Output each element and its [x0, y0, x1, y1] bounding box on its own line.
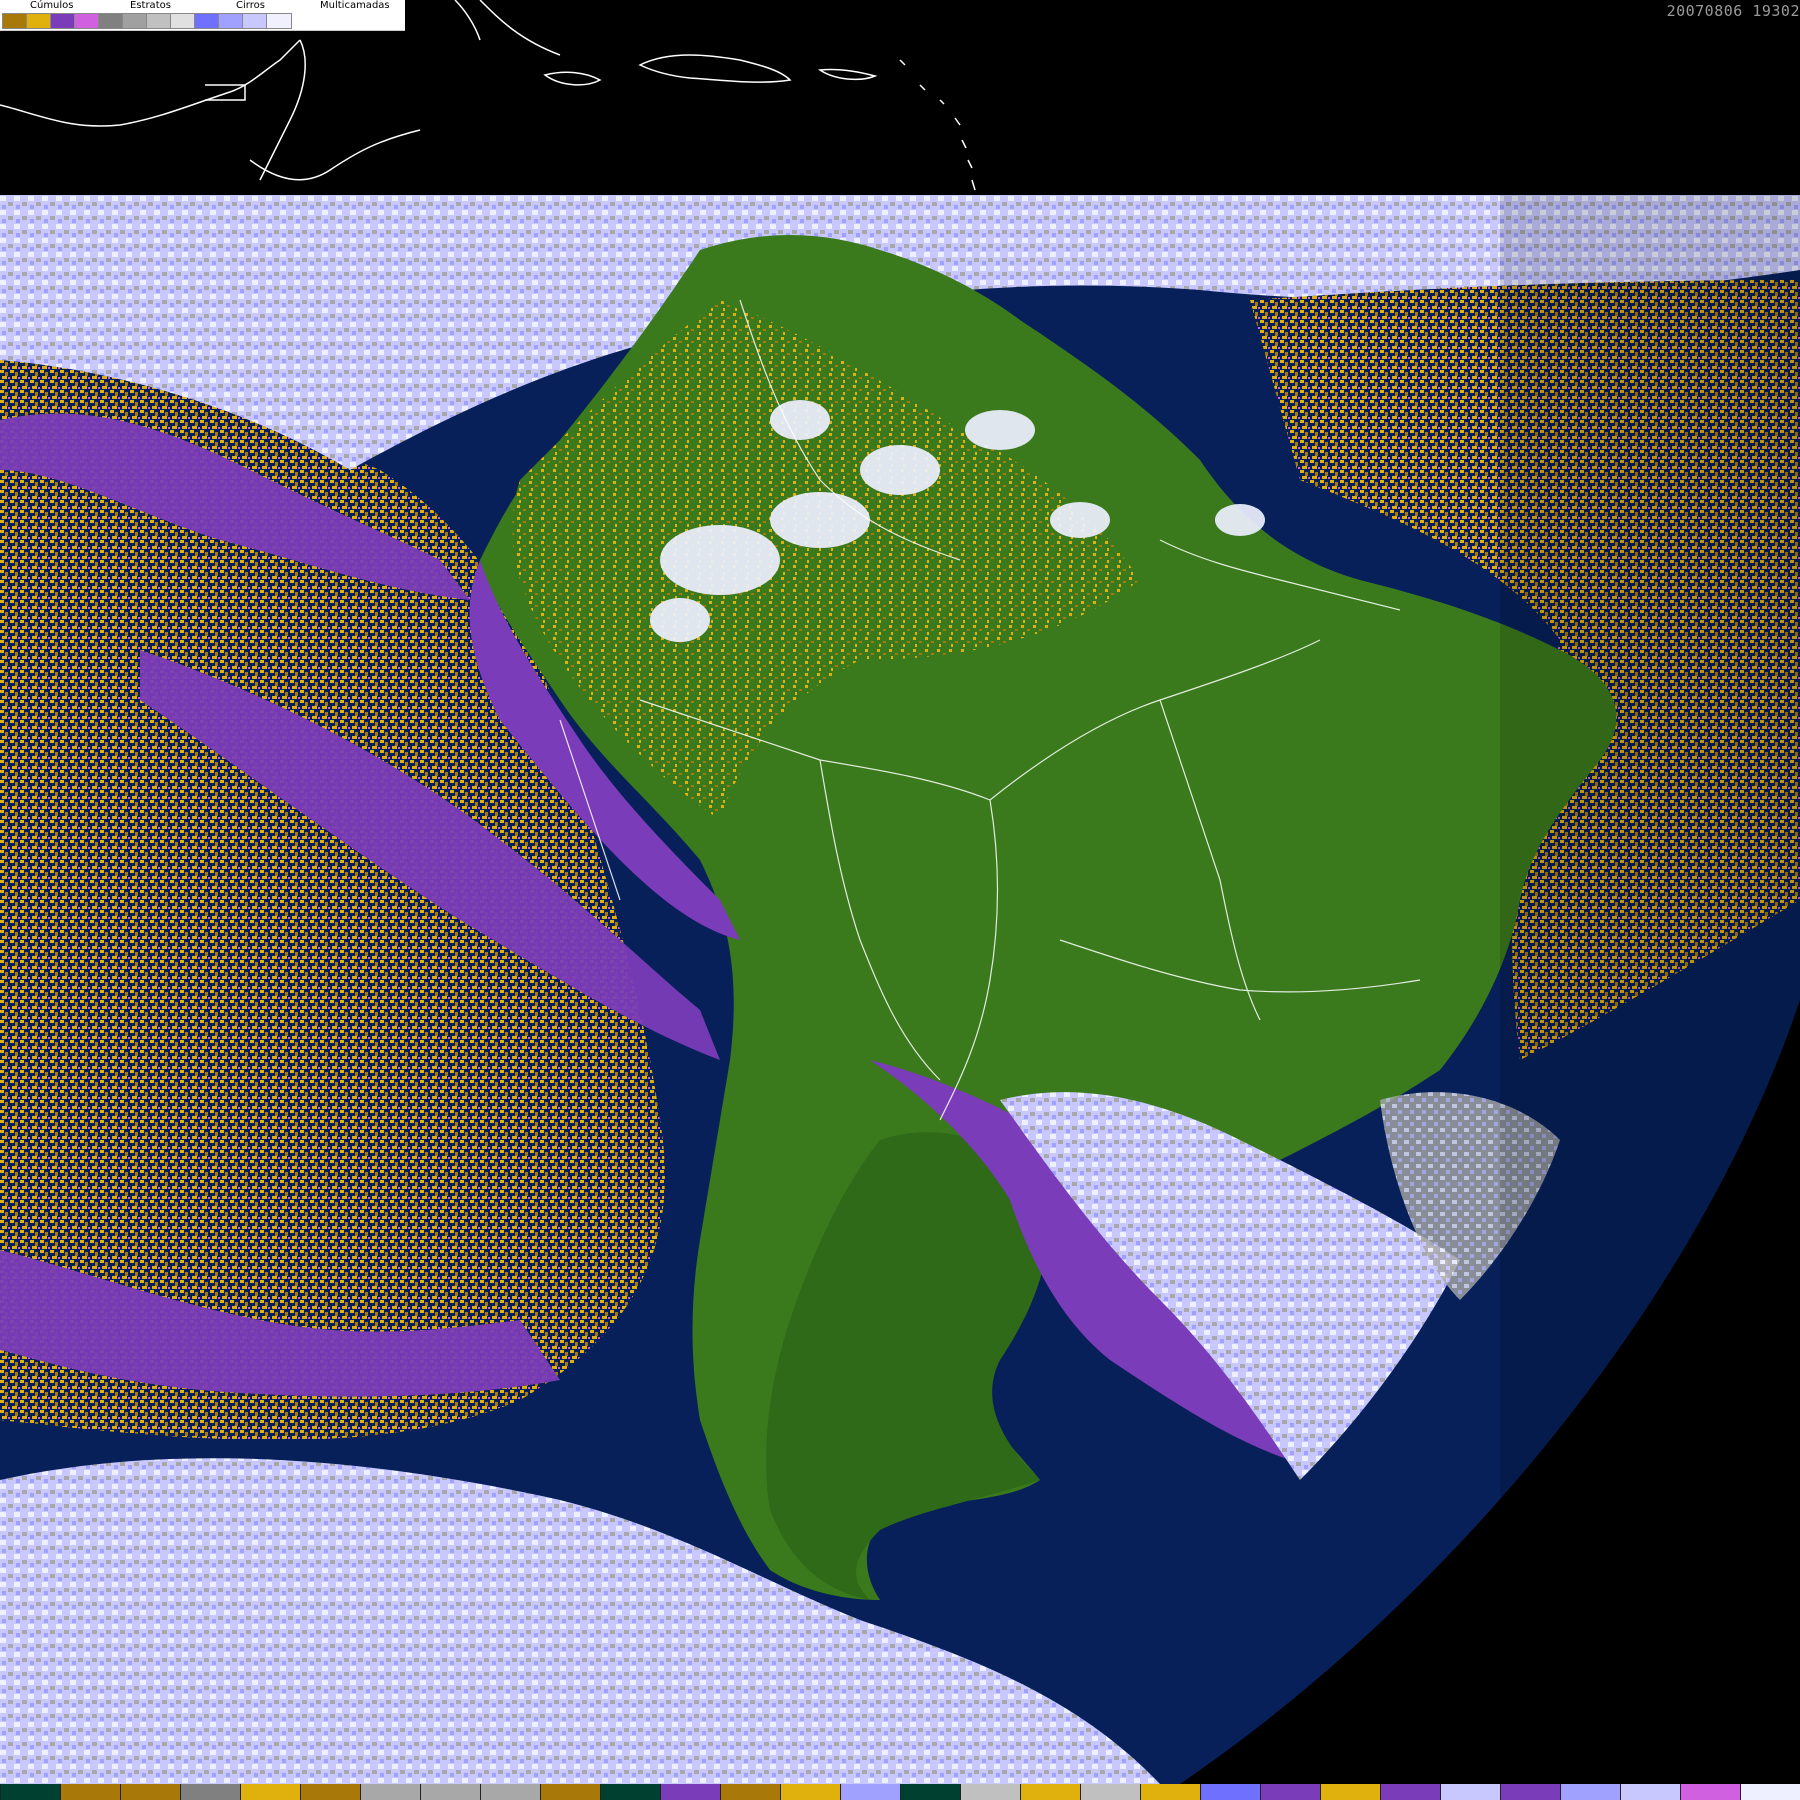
palette-cell: [180, 1784, 240, 1800]
palette-cell: [1380, 1784, 1440, 1800]
legend-swatch-2-0: [99, 14, 123, 28]
satellite-cloud-map: [0, 0, 1800, 1800]
legend-label-cirrus: Cirros: [236, 0, 265, 11]
palette-cell: [1620, 1784, 1680, 1800]
image-timestamp: 20070806 19302: [1666, 2, 1800, 20]
palette-cell: [240, 1784, 300, 1800]
palette-cell: [480, 1784, 540, 1800]
palette-cell: [120, 1784, 180, 1800]
palette-cell: [300, 1784, 360, 1800]
palette-cell: [360, 1784, 420, 1800]
palette-cell: [900, 1784, 960, 1800]
legend-label-multilayer: Multicamadas: [320, 0, 390, 11]
legend-swatch-3-3: [267, 14, 291, 28]
legend-label-stratus: Estratos: [130, 0, 171, 11]
satellite-image: [0, 0, 1800, 1800]
palette-cell: [1680, 1784, 1740, 1800]
palette-cell: [1200, 1784, 1260, 1800]
cloud-type-legend: Cúmulos Estratos Cirros Multicamadas: [0, 0, 405, 31]
legend-swatch-2-3: [171, 14, 195, 28]
legend-swatch-2-2: [147, 14, 171, 28]
legend-swatch-0-1: [27, 14, 51, 28]
palette-cell: [1440, 1784, 1500, 1800]
palette-cell: [780, 1784, 840, 1800]
legend-swatch-1-0: [51, 14, 75, 28]
legend-swatch-2-1: [123, 14, 147, 28]
palette-cell: [1020, 1784, 1080, 1800]
legend-swatch-3-1: [219, 14, 243, 28]
palette-cell: [720, 1784, 780, 1800]
palette-cell: [0, 1784, 60, 1800]
palette-cell: [1320, 1784, 1380, 1800]
palette-cell: [960, 1784, 1020, 1800]
legend-swatch-3-2: [243, 14, 267, 28]
palette-cell: [1500, 1784, 1560, 1800]
legend-swatch-1-1: [75, 14, 99, 28]
legend-label-cumulus: Cúmulos: [30, 0, 74, 11]
legend-swatch-3-0: [195, 14, 219, 28]
palette-cell: [1260, 1784, 1320, 1800]
legend-swatches: [2, 13, 292, 29]
palette-cell: [1560, 1784, 1620, 1800]
palette-cell: [1140, 1784, 1200, 1800]
palette-cell: [540, 1784, 600, 1800]
legend-labels: Cúmulos Estratos Cirros Multicamadas: [0, 0, 405, 11]
palette-cell: [600, 1784, 660, 1800]
palette-cell: [660, 1784, 720, 1800]
legend-swatch-0-0: [3, 14, 27, 28]
palette-cell: [420, 1784, 480, 1800]
palette-cell: [840, 1784, 900, 1800]
palette-cell: [60, 1784, 120, 1800]
palette-cell: [1080, 1784, 1140, 1800]
palette-cell: [1740, 1784, 1800, 1800]
color-palette-strip: [0, 1784, 1800, 1800]
